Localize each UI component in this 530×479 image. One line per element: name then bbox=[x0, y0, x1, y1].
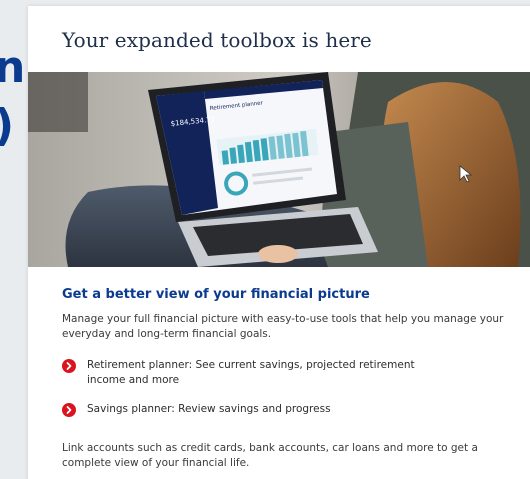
section-heading: Get a better view of your financial pict… bbox=[62, 287, 370, 302]
bullet-savings-planner: Savings planner: Review savings and prog… bbox=[62, 402, 447, 417]
bullet-text: Savings planner: Review savings and prog… bbox=[87, 403, 331, 415]
background-partial-heading-1: n bbox=[0, 42, 26, 93]
background-partial-heading-2: ) bbox=[0, 104, 14, 148]
section-description: Manage your full financial picture with … bbox=[62, 313, 504, 340]
chevron-right-circle-icon bbox=[62, 403, 76, 417]
hero-image: $184,534.71 Retirement planner bbox=[28, 72, 530, 267]
footer-text: Link accounts such as credit cards, bank… bbox=[62, 442, 478, 469]
chevron-right-circle-icon bbox=[62, 359, 76, 373]
card-title: Your expanded toolbox is here bbox=[62, 28, 372, 52]
bullet-retirement-planner: Retirement planner: See current savings,… bbox=[62, 358, 447, 388]
bullet-text: Retirement planner: See current savings,… bbox=[87, 359, 415, 386]
toolbox-card: Your expanded toolbox is here $184,534.7… bbox=[28, 6, 530, 479]
